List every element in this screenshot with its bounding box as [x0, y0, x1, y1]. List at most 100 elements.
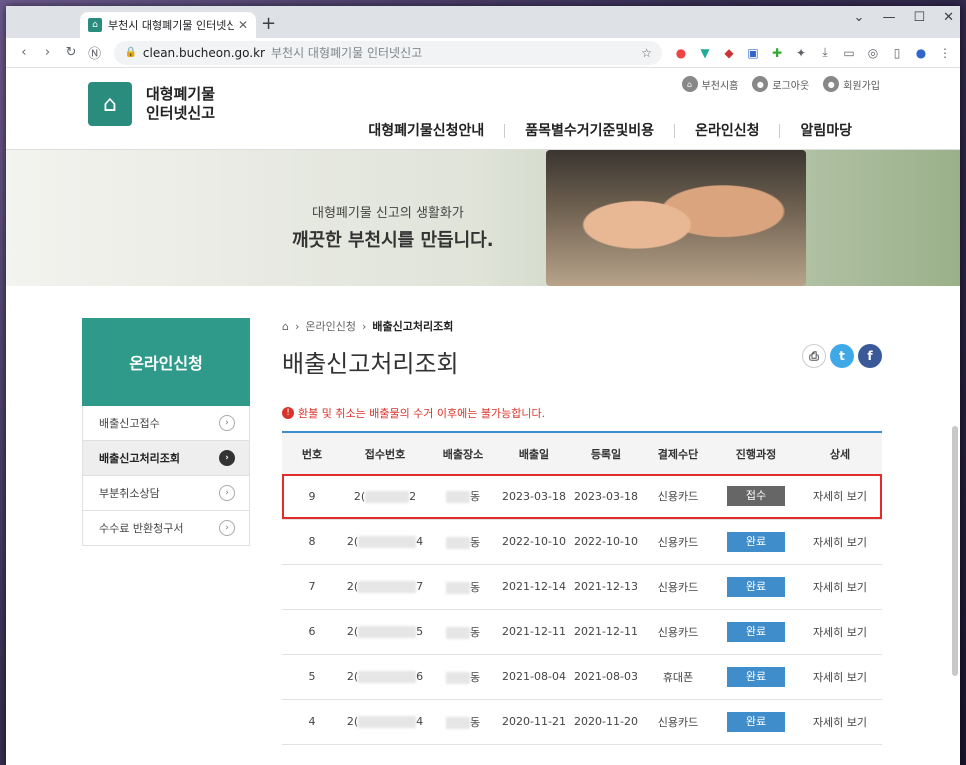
redacted-block	[358, 536, 417, 548]
table-row[interactable]: 6 2(5 동 2021-12-11 2021-12-11 신용카드 완료 자세…	[282, 609, 882, 655]
forward-icon[interactable]: ›	[38, 45, 58, 60]
breadcrumb-item[interactable]: 온라인신청	[305, 318, 356, 334]
profile-avatar-icon[interactable]: ●	[914, 46, 928, 60]
media-icon[interactable]: ▭	[842, 46, 856, 60]
receipt-suffix: 5	[416, 625, 424, 638]
page-title-text: 부천시 대형폐기물 인터넷신고	[271, 46, 423, 60]
redacted-block	[445, 536, 470, 549]
receipt-prefix: 2(	[346, 580, 359, 593]
left-nav-item-submit[interactable]: 배출신고접수 ›	[82, 406, 250, 441]
cell-out-date: 2021-08-04	[498, 654, 570, 700]
util-link-signup[interactable]: ● 회원가입	[823, 76, 880, 92]
twitter-icon[interactable]: t	[830, 344, 854, 368]
table-row[interactable]: 8 2(4 동 2022-10-10 2022-10-10 신용카드 완료 자세…	[282, 519, 882, 565]
cell-status: 완료	[714, 519, 798, 565]
nav-item-guide[interactable]: 대형폐기물신청안내	[348, 124, 504, 138]
reload-icon[interactable]: ↻	[61, 45, 81, 60]
table-header-row: 번호 접수번호 배출장소 배출일 등록일 결제수단 진행과정 상세	[282, 432, 882, 474]
naver-icon[interactable]: Ⓝ	[85, 43, 105, 62]
status-badge: 완료	[727, 621, 785, 642]
logo-line-1: 대형폐기물	[146, 85, 216, 103]
extension-icon[interactable]: ✚	[770, 46, 784, 60]
nav-item-online[interactable]: 온라인신청	[674, 124, 779, 138]
breadcrumb-separator-icon: ›	[294, 319, 300, 333]
cell-receipt: 2( 5	[342, 609, 428, 655]
table-row[interactable]: 7 2(7 동 2021-12-14 2021-12-13 신용카드 완료 자세…	[282, 564, 882, 610]
left-nav-item-refund[interactable]: 수수료 반환청구서 ›	[82, 511, 250, 546]
nav-item-notice[interactable]: 알림마당	[779, 124, 872, 138]
util-link-home[interactable]: ⌂ 부천시홈	[681, 76, 738, 92]
notice-text: 환불 및 취소는 배출물의 수거 이후에는 불가능합니다.	[298, 407, 546, 420]
detail-link[interactable]: 자세히 보기	[798, 654, 882, 700]
home-icon[interactable]: ⌂	[282, 320, 289, 333]
table-row[interactable]: 4 2(4 동 2020-11-21 2020-11-20 신용카드 완료 자세…	[282, 699, 882, 745]
left-nav-item-cancel[interactable]: 부분취소상담 ›	[82, 476, 250, 511]
cell-payment: 신용카드	[642, 474, 714, 520]
extension-icons: ● ▼ ◆ ▣ ✚ ✦ ⤓ ▭ ◎ ▯ ● ⋮	[674, 45, 952, 60]
nav-item-criteria[interactable]: 품목별수거기준및비용	[504, 124, 674, 138]
maximize-button[interactable]: ☐	[913, 10, 925, 25]
col-header: 등록일	[590, 447, 622, 461]
breadcrumb-separator-icon: ›	[362, 319, 367, 333]
translate-icon[interactable]: ▣	[746, 46, 760, 60]
page-scrollbar[interactable]	[952, 426, 958, 676]
breadcrumb: ⌂ › 온라인신청 › 배출신고처리조회	[282, 318, 882, 334]
status-badge: 완료	[727, 666, 785, 687]
cell-out-date: 2022-10-10	[498, 519, 570, 565]
print-icon[interactable]: ⎙	[802, 344, 826, 368]
browser-tab[interactable]: ⌂ 부천시 대형폐기물 인터넷신고 ✕	[80, 12, 256, 38]
table-body: 9 2(2 동 2023-03-18 2023-03-18 신용카드 접수 자세…	[282, 474, 882, 745]
menu-icon[interactable]: ⋮	[938, 46, 952, 60]
extension-icon[interactable]: ◆	[722, 46, 736, 60]
history-table: 번호 접수번호 배출장소 배출일 등록일 결제수단 진행과정 상세 9 2(2	[282, 431, 882, 745]
bookmark-star-icon[interactable]: ☆	[641, 46, 652, 60]
detail-link[interactable]: 자세히 보기	[798, 519, 882, 565]
new-tab-button[interactable]: +	[261, 13, 276, 34]
main-nav: 대형폐기물신청안내 품목별수거기준및비용 온라인신청 알림마당	[348, 124, 872, 138]
tab-strip: ⌂ 부천시 대형폐기물 인터넷신고 ✕ + ⌄ — ☐ ✕	[6, 6, 960, 38]
cell-payment: 신용카드	[642, 699, 714, 745]
chevron-right-icon: ›	[219, 485, 235, 501]
table-row[interactable]: 5 2(6 동 2021-08-04 2021-08-03 휴대폰 완료 자세히…	[282, 654, 882, 700]
cell-payment: 신용카드	[642, 564, 714, 610]
download-icon[interactable]: ⤓	[818, 45, 832, 60]
place-suffix: 동	[469, 625, 481, 639]
minimize-button[interactable]: —	[882, 10, 895, 25]
tab-title: 부천시 대형폐기물 인터넷신고	[108, 19, 234, 32]
screenshot-icon[interactable]: ◎	[866, 46, 880, 60]
detail-link[interactable]: 자세히 보기	[798, 699, 882, 745]
logo-text: 대형폐기물 인터넷신고	[146, 85, 215, 123]
close-tab-icon[interactable]: ✕	[238, 18, 248, 32]
left-nav-item-inquiry[interactable]: 배출신고처리조회 ›	[82, 441, 250, 476]
tab-search-icon[interactable]: ⌄	[854, 10, 865, 25]
left-nav: 온라인신청 배출신고접수 › 배출신고처리조회 › 부분취소상담 › 수수료 반…	[82, 318, 250, 546]
site-header: ⌂ 대형폐기물 인터넷신고 ⌂ 부천시홈 ● 로그아웃 ● 회원가입 대형폐기물신청안…	[6, 68, 960, 150]
home-icon: ⌂	[681, 76, 698, 92]
back-icon[interactable]: ‹	[14, 45, 34, 60]
receipt-prefix: 2(	[346, 625, 359, 638]
detail-link[interactable]: 자세히 보기	[798, 474, 882, 520]
status-badge: 완료	[727, 576, 785, 597]
puzzle-icon[interactable]: ✦	[794, 46, 808, 60]
table-row[interactable]: 9 2(2 동 2023-03-18 2023-03-18 신용카드 접수 자세…	[282, 474, 882, 520]
shield-icon[interactable]: ▼	[698, 46, 712, 60]
util-link-label: 회원가입	[843, 80, 880, 92]
util-link-logout[interactable]: ● 로그아웃	[752, 76, 809, 92]
facebook-icon[interactable]: f	[858, 344, 882, 368]
extension-icon[interactable]: ●	[674, 46, 688, 60]
receipt-suffix: 7	[416, 580, 424, 593]
redacted-block	[358, 671, 417, 683]
sidebar-icon[interactable]: ▯	[890, 46, 904, 60]
chevron-right-icon: ›	[219, 415, 235, 431]
detail-link[interactable]: 자세히 보기	[798, 564, 882, 610]
address-bar[interactable]: 🔒 clean.bucheon.go.kr 부천시 대형폐기물 인터넷신고 ☆	[114, 40, 663, 65]
cell-status: 완료	[714, 609, 798, 655]
detail-link[interactable]: 자세히 보기	[798, 609, 882, 655]
close-window-button[interactable]: ✕	[943, 10, 954, 25]
cell-place: 동	[428, 474, 498, 520]
redacted-block	[358, 581, 417, 593]
site-favicon-icon: ⌂	[88, 18, 102, 32]
place-suffix: 동	[469, 715, 481, 729]
site-logo[interactable]: ⌂ 대형폐기물 인터넷신고	[88, 82, 215, 126]
alert-icon: !	[282, 407, 294, 419]
